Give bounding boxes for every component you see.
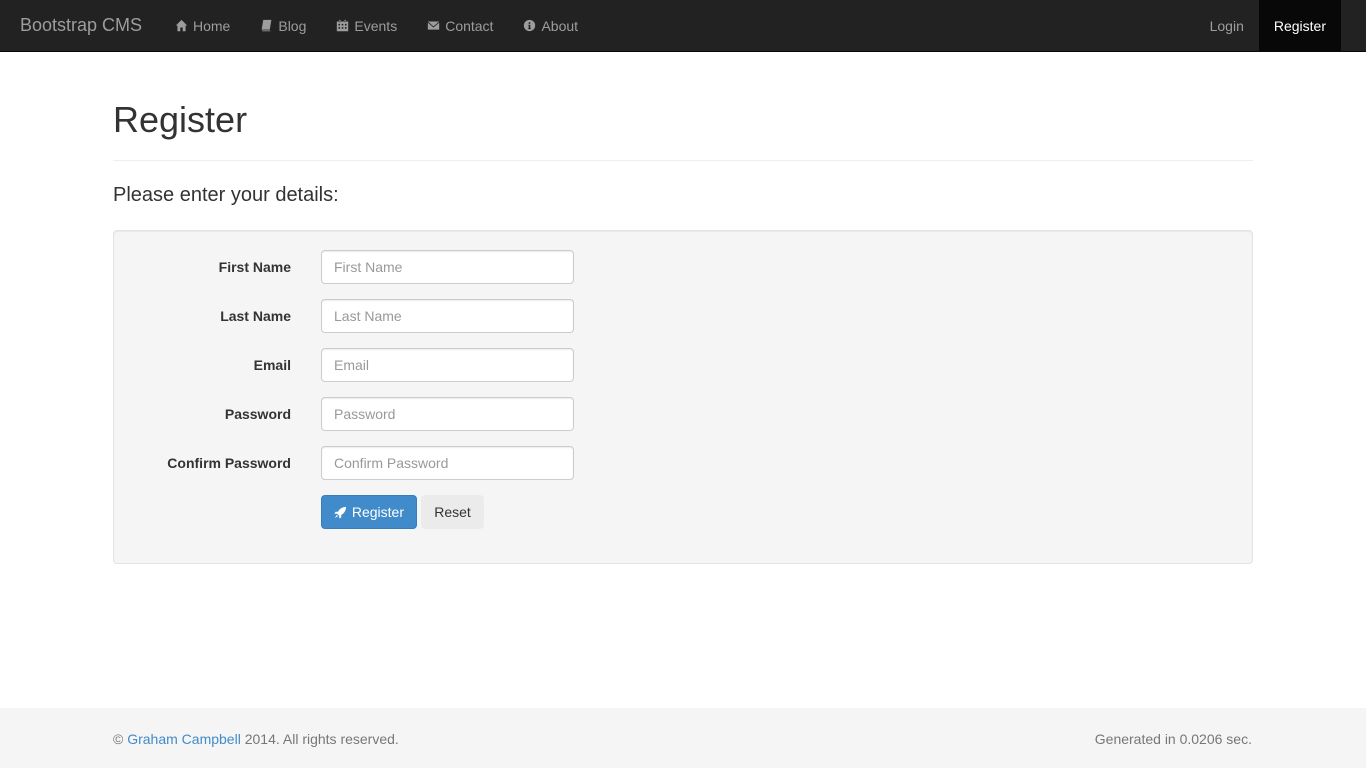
password-row: Password: [114, 397, 1252, 431]
nav-login[interactable]: Login: [1195, 0, 1259, 51]
email-row: Email: [114, 348, 1252, 382]
reset-button[interactable]: Reset: [421, 495, 484, 529]
nav-events[interactable]: Events: [321, 0, 412, 51]
nav-contact-label: Contact: [445, 17, 494, 34]
last-name-row: Last Name: [114, 299, 1252, 333]
page-subtitle: Please enter your details:: [113, 184, 339, 206]
last-name-input[interactable]: [321, 299, 574, 333]
home-icon: [175, 19, 188, 32]
nav-home-label: Home: [193, 17, 231, 34]
title-divider: [113, 160, 1253, 161]
register-form: First Name Last Name Email Password Conf…: [113, 230, 1253, 564]
password-input[interactable]: [321, 397, 574, 431]
email-input[interactable]: [321, 348, 574, 382]
confirm-password-label: Confirm Password: [167, 455, 291, 471]
first-name-row: First Name: [114, 250, 1252, 284]
first-name-input[interactable]: [321, 250, 574, 284]
nav-events-label: Events: [354, 17, 398, 34]
copyright-symbol: ©: [113, 731, 124, 747]
confirm-password-row: Confirm Password: [114, 446, 1252, 480]
form-actions: Register Reset: [114, 495, 1252, 529]
password-label: Password: [224, 406, 291, 422]
nav-right: Login Register: [1195, 0, 1341, 51]
page-title: Register: [113, 99, 248, 140]
register-button[interactable]: Register: [321, 495, 417, 529]
footer-generated: Generated in 0.0206 sec.: [1094, 731, 1252, 747]
copyright-text: 2014. All rights reserved.: [244, 731, 399, 747]
brand-link[interactable]: Bootstrap CMS: [20, 0, 142, 51]
nav-about[interactable]: About: [508, 0, 593, 51]
email-label: Email: [253, 357, 291, 373]
nav-blog-label: Blog: [278, 17, 307, 34]
footer-copyright: © Graham Campbell 2014. All rights reser…: [113, 730, 399, 748]
first-name-label: First Name: [218, 259, 291, 275]
register-button-label: Register: [351, 504, 404, 520]
last-name-label: Last Name: [220, 308, 291, 324]
nav-contact[interactable]: Contact: [412, 0, 508, 51]
calendar-icon: [337, 19, 349, 32]
nav-links: Home Blog Events Contact About: [160, 0, 593, 51]
rocket-icon: [334, 506, 347, 519]
navbar: Bootstrap CMS Home Blog Events Contact A…: [0, 0, 1366, 52]
footer: © Graham Campbell 2014. All rights reser…: [0, 708, 1366, 768]
envelope-icon: [428, 21, 440, 30]
info-icon: [524, 19, 536, 32]
confirm-password-input[interactable]: [321, 446, 574, 480]
nav-blog[interactable]: Blog: [245, 0, 321, 51]
nav-about-label: About: [541, 17, 579, 34]
author-link[interactable]: Graham Campbell: [127, 731, 241, 747]
nav-home[interactable]: Home: [160, 0, 245, 51]
book-icon: [261, 19, 272, 32]
nav-register[interactable]: Register: [1258, 0, 1341, 51]
